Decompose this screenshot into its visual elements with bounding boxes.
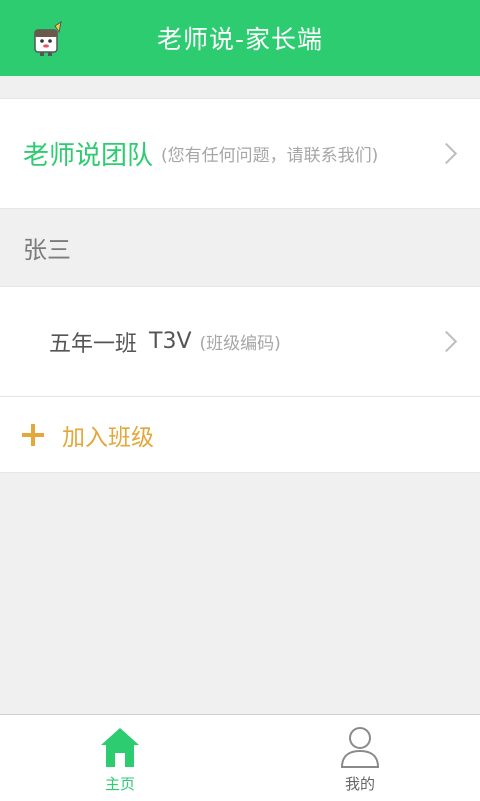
tab-me[interactable]: 我的 — [240, 715, 480, 801]
join-class-button[interactable]: 加入班级 — [0, 397, 480, 473]
plus-icon — [22, 423, 44, 446]
class-item[interactable]: 五年一班 T3V (班级编码) — [0, 286, 480, 397]
chevron-right-icon — [435, 142, 458, 164]
team-hint: (您有任何问题，请联系我们) — [161, 146, 379, 166]
team-name: 老师说团队 — [23, 141, 154, 171]
student-name-header: 张三 — [23, 236, 71, 264]
mascot-logo-icon — [34, 20, 62, 56]
bottom-tab-bar: 主页 我的 — [0, 714, 480, 801]
class-code: T3V — [149, 329, 192, 354]
team-contact-row[interactable]: 老师说团队 (您有任何问题，请联系我们) — [0, 98, 480, 209]
app-title: 老师说-家长端 — [156, 25, 324, 54]
user-icon — [340, 727, 380, 768]
join-class-label: 加入班级 — [62, 424, 154, 451]
chevron-right-icon — [435, 330, 458, 352]
app-header: 老师说-家长端 — [0, 0, 480, 76]
class-name: 五年一班 — [49, 331, 138, 357]
home-icon — [101, 728, 139, 767]
tab-home[interactable]: 主页 — [0, 715, 240, 801]
tab-me-label: 我的 — [344, 775, 375, 793]
class-code-hint: (班级编码) — [199, 334, 281, 354]
tab-home-label: 主页 — [104, 775, 135, 793]
